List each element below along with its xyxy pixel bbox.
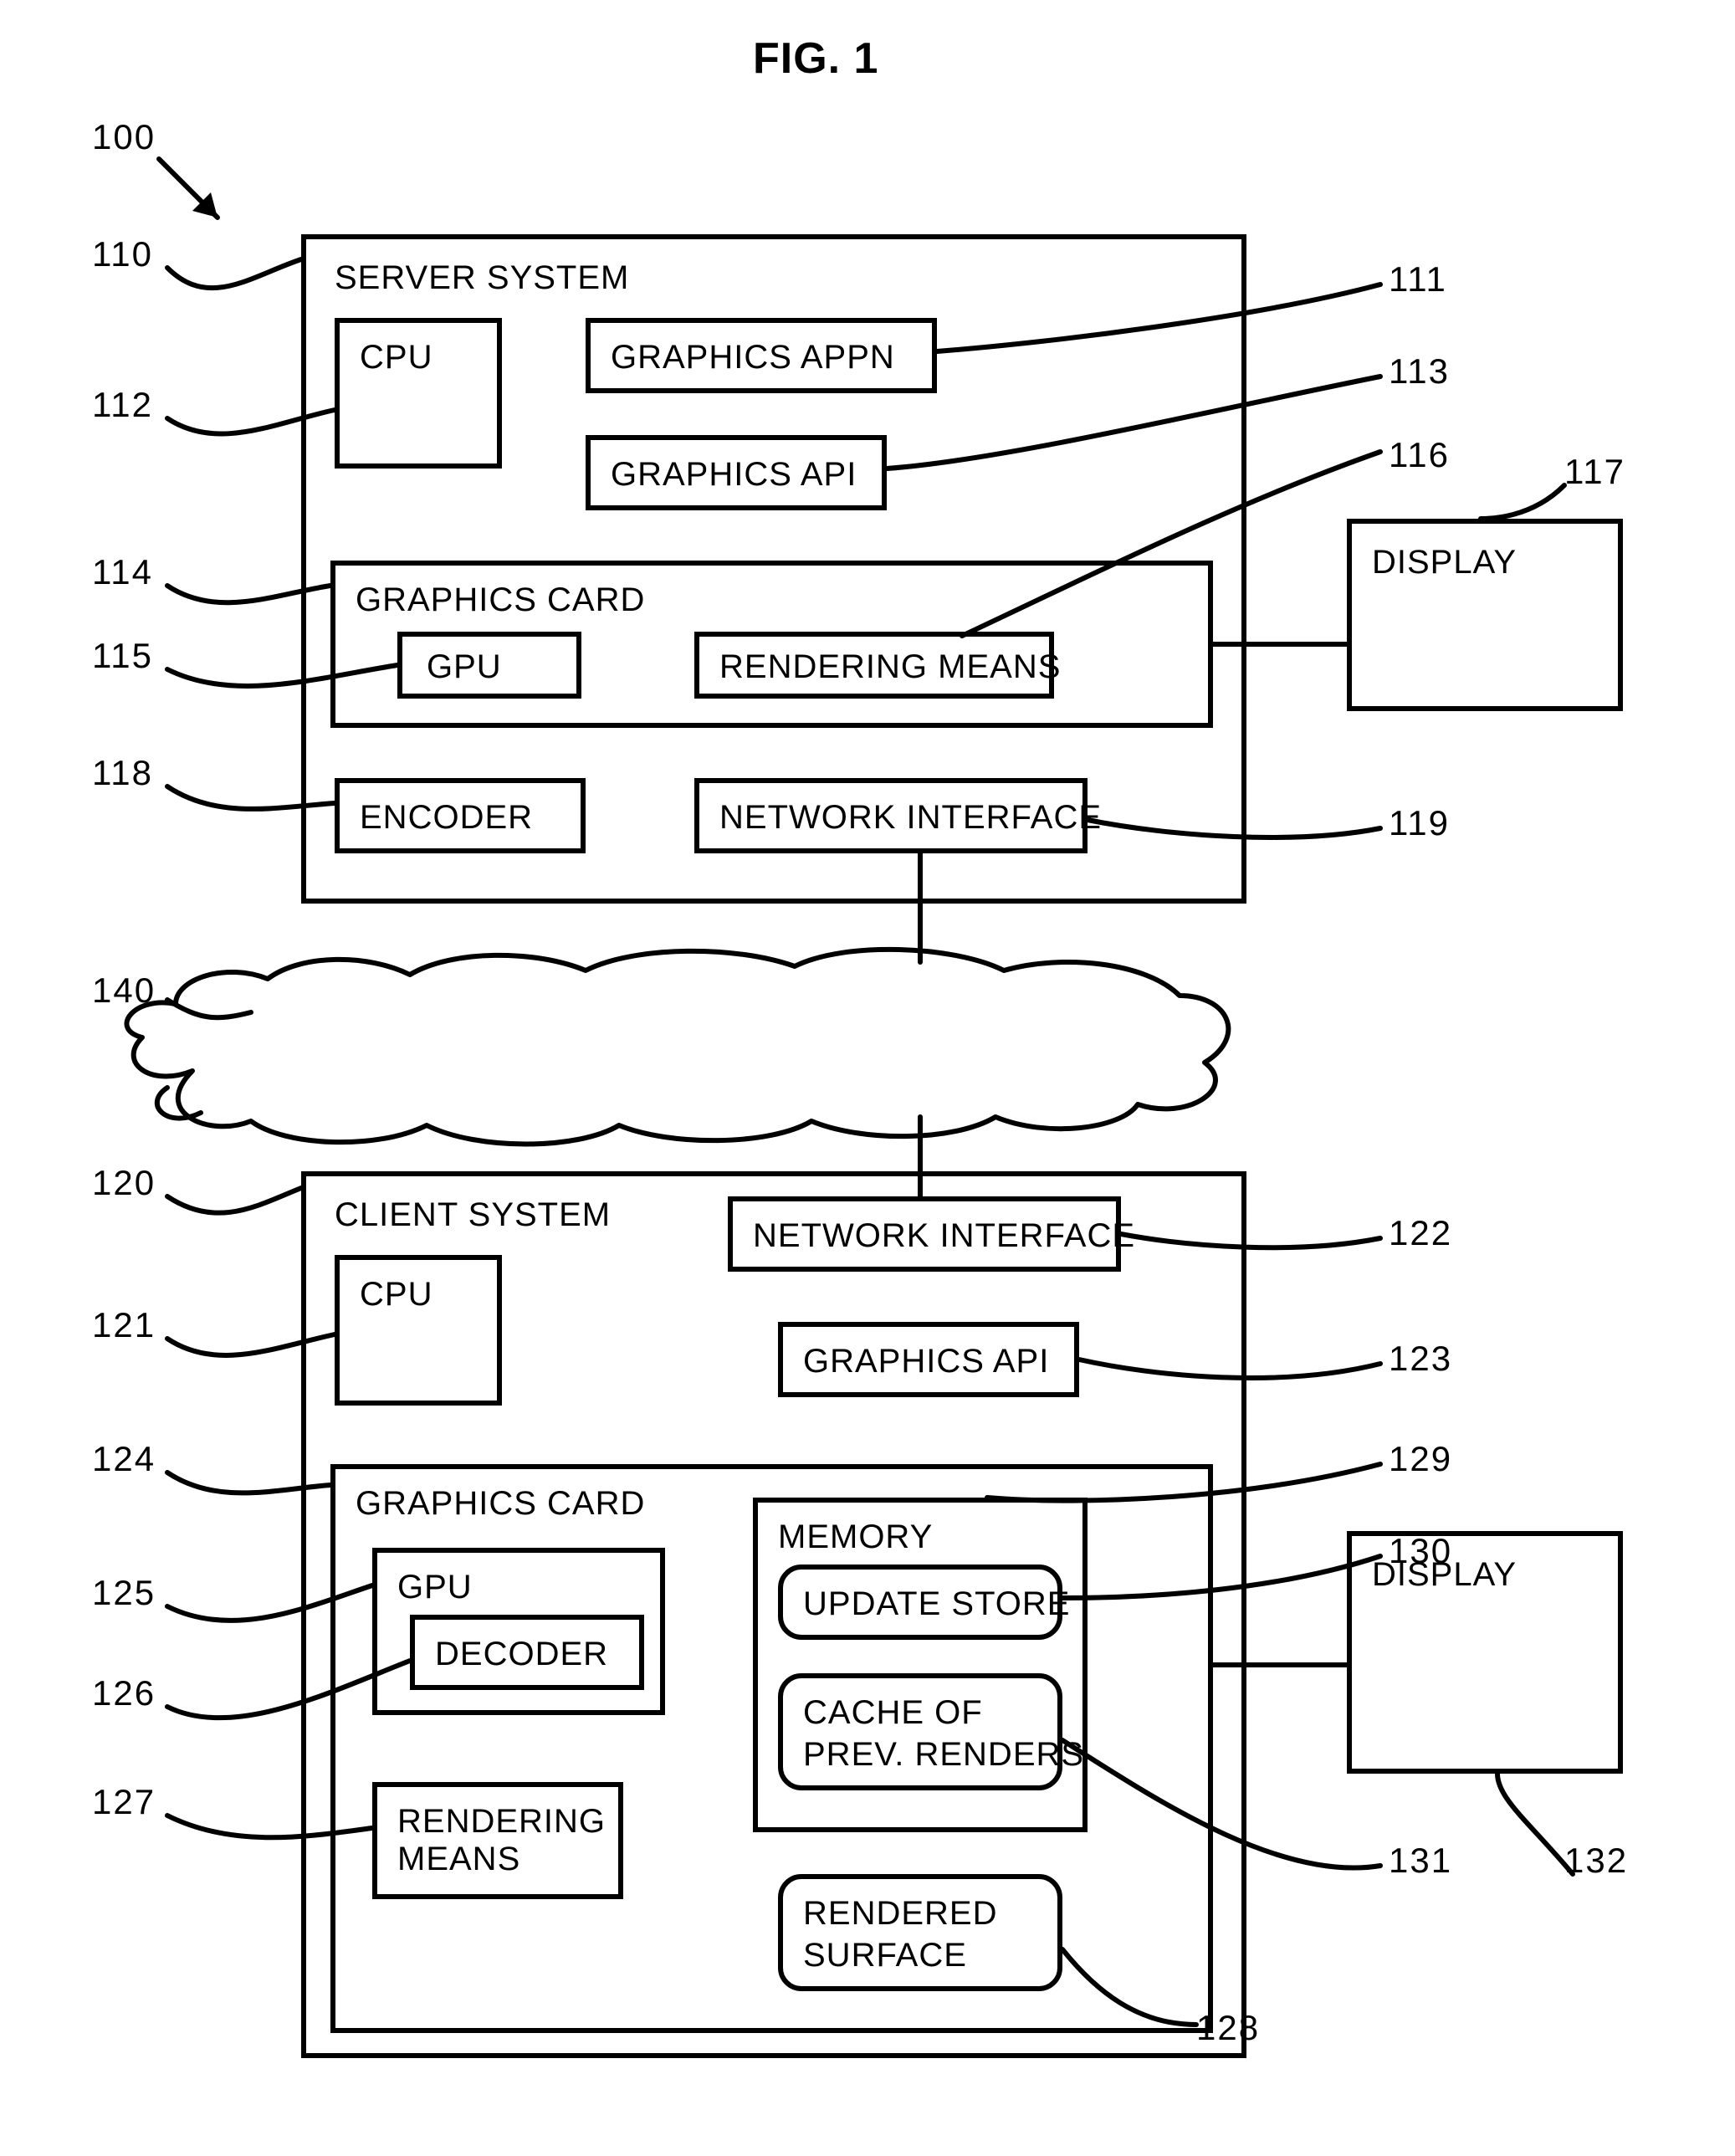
client-cpu-label: CPU <box>360 1276 432 1314</box>
ref-112: 112 <box>92 385 153 425</box>
client-update-store-label: UPDATE STORE <box>803 1585 1070 1623</box>
server-gpu-label: GPU <box>427 648 502 686</box>
diagram-stage: FIG. 1 SERVER SYSTEM CPU GRAPHICS APPN G… <box>0 0 1735 2156</box>
server-display-label: DISPLAY <box>1372 544 1517 581</box>
ref-110: 110 <box>92 234 153 274</box>
ref-122: 122 <box>1389 1213 1452 1253</box>
client-cache-label-1: CACHE OF <box>803 1694 983 1732</box>
ref-121: 121 <box>92 1305 156 1345</box>
figure-title: FIG. 1 <box>753 33 878 84</box>
ref-119: 119 <box>1389 803 1450 843</box>
server-cpu-label: CPU <box>360 339 432 376</box>
server-graphics-api-label: GRAPHICS API <box>611 456 857 494</box>
ref-128: 128 <box>1196 2008 1260 2048</box>
server-encoder-label: ENCODER <box>360 799 533 837</box>
ref-140: 140 <box>92 970 156 1011</box>
client-rendered-surface-label-1: RENDERED <box>803 1895 997 1933</box>
client-network-interface-label: NETWORK INTERFACE <box>753 1217 1135 1255</box>
ref-125: 125 <box>92 1573 156 1613</box>
ref-129: 129 <box>1389 1439 1452 1479</box>
ref-113: 113 <box>1389 351 1450 392</box>
ref-120: 120 <box>92 1163 156 1203</box>
client-graphics-api-label: GRAPHICS API <box>803 1343 1049 1380</box>
client-rendering-means-label-1: RENDERING <box>397 1803 606 1841</box>
client-rendering-means-label-2: MEANS <box>397 1841 520 1878</box>
ref-114: 114 <box>92 552 153 592</box>
ref-132: 132 <box>1564 1841 1628 1881</box>
ref-127: 127 <box>92 1782 156 1822</box>
ref-123: 123 <box>1389 1339 1452 1379</box>
ref-100: 100 <box>92 117 156 157</box>
ref-116: 116 <box>1389 435 1450 475</box>
server-rendering-means-label: RENDERING MEANS <box>719 648 1061 686</box>
ref-131: 131 <box>1389 1841 1452 1881</box>
ref-124: 124 <box>92 1439 156 1479</box>
ref-118: 118 <box>92 753 153 793</box>
client-graphics-card-label: GRAPHICS CARD <box>356 1485 645 1523</box>
server-system-label: SERVER SYSTEM <box>335 259 629 297</box>
client-cache-label-2: PREV. RENDERS <box>803 1736 1084 1774</box>
ref-117: 117 <box>1564 452 1625 492</box>
ref-115: 115 <box>92 636 153 676</box>
ref-130: 130 <box>1389 1531 1452 1571</box>
client-decoder-label: DECODER <box>435 1636 608 1673</box>
server-graphics-card-label: GRAPHICS CARD <box>356 581 645 619</box>
client-system-label: CLIENT SYSTEM <box>335 1196 611 1234</box>
ref-111: 111 <box>1389 259 1447 300</box>
client-gpu-label: GPU <box>397 1569 473 1606</box>
client-rendered-surface-label-2: SURFACE <box>803 1937 967 1974</box>
server-network-interface-label: NETWORK INTERFACE <box>719 799 1102 837</box>
ref-126: 126 <box>92 1673 156 1713</box>
client-memory-label: MEMORY <box>778 1518 933 1556</box>
server-graphics-appn-label: GRAPHICS APPN <box>611 339 895 376</box>
